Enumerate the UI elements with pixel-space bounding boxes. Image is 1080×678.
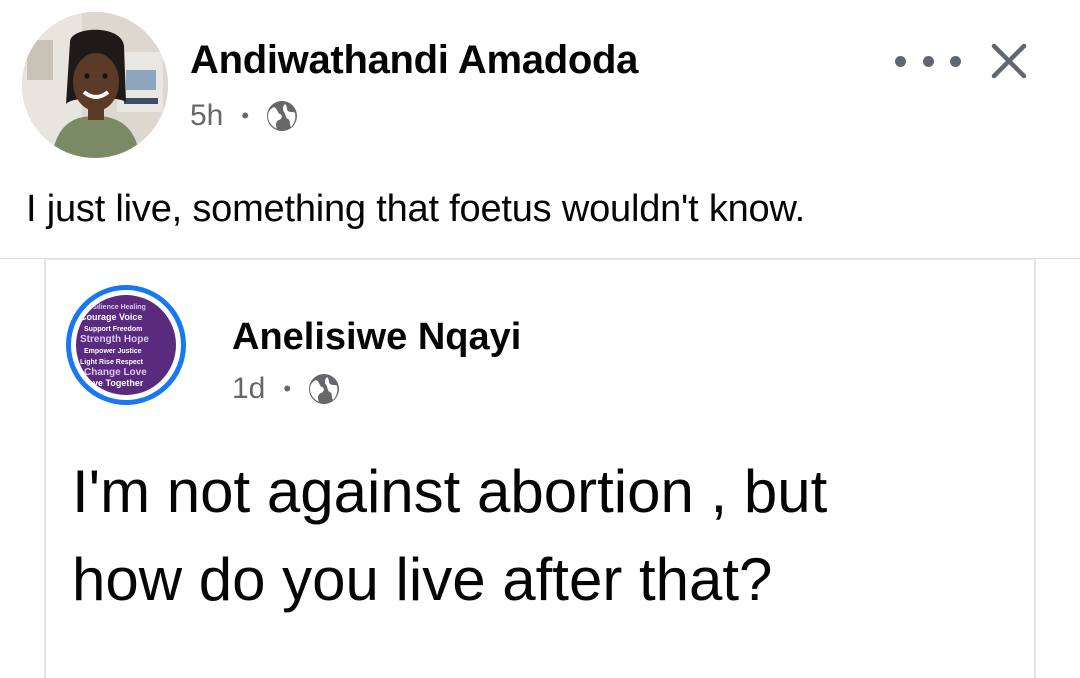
- post-header: Andiwathandi Amadoda 5h •: [0, 0, 1080, 170]
- shared-author-avatar[interactable]: Resilience Healing Courage Voice Support F…: [66, 285, 186, 405]
- more-dot: [950, 55, 961, 67]
- shared-post-text-line: how do you live after that?: [72, 546, 773, 613]
- avatar-word: Courage Voice: [80, 312, 142, 322]
- avatar-word: Change Love: [84, 367, 147, 378]
- meta-separator: •: [283, 376, 292, 401]
- post-meta: 5h •: [190, 96, 299, 136]
- avatar-word: Empower Justice: [84, 348, 142, 355]
- author-avatar[interactable]: [22, 12, 168, 158]
- post-text: I just live, something that foetus would…: [26, 188, 805, 230]
- avatar-word: Support Freedom: [84, 326, 142, 333]
- author-name[interactable]: Andiwathandi Amadoda: [190, 38, 638, 83]
- shared-post-text: I'm not against abortion , but how do yo…: [72, 448, 1022, 624]
- post-timestamp[interactable]: 5h: [190, 99, 223, 133]
- meta-separator: •: [241, 103, 250, 128]
- shared-post-meta: 1d •: [232, 368, 341, 410]
- more-dot: [922, 55, 934, 67]
- word-cloud-graphic: Resilience HealingCourage VoiceSupport F…: [80, 304, 149, 388]
- shared-post-text-line: I'm not against abortion , but: [72, 458, 828, 525]
- globe-icon[interactable]: [307, 372, 341, 406]
- shared-post-timestamp[interactable]: 1d: [232, 372, 265, 406]
- globe-icon[interactable]: [265, 99, 299, 133]
- avatar-word-cloud: Resilience Healing Courage Voice Support F…: [76, 295, 176, 395]
- close-icon[interactable]: [986, 38, 1032, 84]
- more-options-icon[interactable]: [895, 46, 961, 76]
- avatar-word: Strength Hope: [80, 334, 149, 345]
- shared-author-name[interactable]: Anelisiwe Nqayi: [232, 316, 521, 359]
- author-photo: [22, 12, 168, 158]
- avatar-word: Light Rise Respect: [80, 359, 144, 366]
- more-dot: [895, 55, 906, 67]
